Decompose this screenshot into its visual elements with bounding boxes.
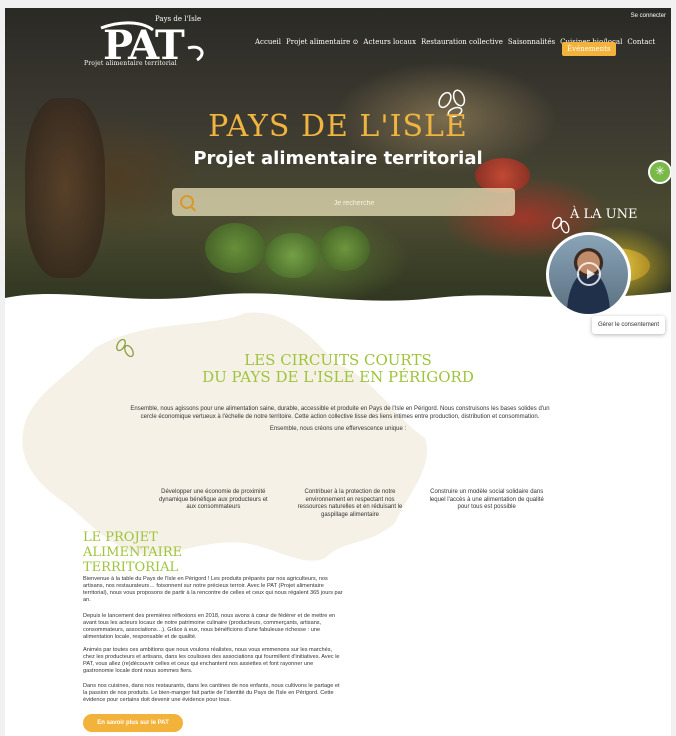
hero-title: PAYS DE L'ISLE [208,109,468,144]
pillar-environment: Contribuer à la protection de notre envi… [297,489,403,518]
featured-video-thumbnail[interactable] [546,232,631,317]
artichoke-image [205,223,265,273]
nav-home[interactable]: Accueil [255,38,281,46]
nav-saisonnalites[interactable]: Saisonnalités [508,38,555,46]
pillar-economy: Développer une économie de proximité dyn… [158,489,268,510]
pat-paragraph-1: Bienvenue à la table du Pays de l'Isle e… [83,576,343,603]
circuits-intro: Ensemble, nous agissons pour une aliment… [130,406,550,420]
nav-contact[interactable]: Contact [627,38,655,46]
pat-section-title: LE PROJET ALIMENTAIRE TERRITORIAL [83,530,233,575]
logo-region: Pays de l'Isle [155,15,202,23]
pillar-social: Construire un modèle social solidaire da… [429,489,544,510]
pat-paragraph-2: Depuis le lancement des premières réflex… [83,613,336,640]
consent-button[interactable]: Gérer le consentement [592,316,666,334]
hero-subtitle: Projet alimentaire territorial [193,148,483,169]
pat-title-line2: TERRITORIAL [83,560,179,575]
pat-title-line1: LE PROJET ALIMENTAIRE [83,530,183,560]
pillars: Développer une économie de proximité dyn… [155,489,545,519]
circuits-intro-2: Ensemble, nous créons une effervescence … [269,426,407,432]
circuits-title: LES CIRCUITS COURTS DU PAYS DE L'ISLE EN… [5,352,671,386]
pat-paragraph-3: Animés par toutes ces ambitions que nous… [83,647,340,674]
search-input[interactable] [202,193,506,213]
search-bar [172,188,515,216]
page: PAT Pays de l'Isle Projet alimentaire te… [5,8,671,736]
nav-projet[interactable]: Projet alimentaire ⊙ [286,38,358,46]
pat-paragraph-4: Dans nos cuisines, dans nos restaurants,… [83,683,340,703]
play-icon[interactable] [577,262,601,286]
artichoke-image [265,233,320,278]
artichoke-image [320,226,370,271]
circuits-title-line1: LES CIRCUITS COURTS [244,351,432,369]
logo-tagline: Projet alimentaire territorial [84,60,177,67]
learn-more-button[interactable]: En savoir plus sur le PAT [83,714,183,732]
accessibility-badge-icon[interactable] [648,160,671,184]
circuits-title-line2: DU PAYS DE L'ISLE EN PÉRIGORD [202,368,474,386]
nav-restauration[interactable]: Restauration collective [421,38,503,46]
login-link[interactable]: Se connecter [631,13,666,19]
leaves-icon [552,216,570,234]
events-button[interactable]: Événements [562,42,616,56]
territory-map-shape [22,312,428,561]
featured-label: À LA UNE [570,207,638,222]
nav-acteurs[interactable]: Acteurs locaux [363,38,416,46]
search-icon[interactable] [180,195,194,209]
